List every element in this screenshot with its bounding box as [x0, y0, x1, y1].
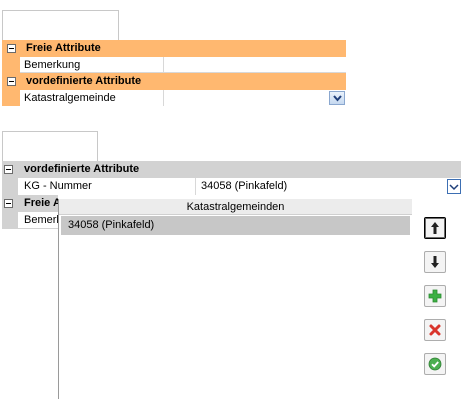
top-tab-stub	[2, 10, 119, 40]
list-item-selected[interactable]: 34058 (Pinkafeld)	[61, 216, 410, 235]
property-name: Bemerk	[24, 214, 58, 226]
property-divider	[163, 90, 164, 106]
x-icon	[429, 324, 441, 336]
category-label: Freie Attribute	[26, 42, 101, 54]
category-row-vordefinierte-attribute-bottom[interactable]: vordefinierte Attribute	[2, 161, 461, 178]
bottom-tab-stub	[2, 131, 98, 161]
collapse-icon[interactable]	[4, 165, 13, 174]
add-button[interactable]	[424, 285, 446, 307]
property-value-combo[interactable]	[166, 92, 326, 105]
chevron-down-icon	[449, 184, 459, 191]
move-up-button[interactable]	[424, 217, 446, 239]
category-label: vordefinierte Attribute	[26, 75, 142, 87]
row-margin	[2, 212, 18, 228]
arrow-up-icon	[431, 222, 439, 234]
chevron-down-icon	[333, 95, 342, 102]
check-icon	[428, 357, 442, 371]
grid-bottom-line	[2, 228, 58, 229]
property-row-katastralgemeinde[interactable]: Katastralgemeinde	[2, 90, 346, 106]
collapse-icon[interactable]	[4, 199, 13, 208]
property-divider	[195, 178, 196, 195]
grid-bottom-line	[2, 106, 346, 120]
delete-button[interactable]	[424, 319, 446, 341]
plus-icon	[428, 289, 442, 303]
combo-dropdown-button[interactable]	[329, 91, 345, 105]
category-row-vordefinierte-attribute[interactable]: vordefinierte Attribute	[2, 73, 346, 90]
row-margin	[2, 90, 20, 106]
popup-column-header: Katastralgemeinden	[59, 199, 412, 215]
property-value-combo[interactable]: 34058 (Pinkafeld)	[201, 180, 287, 192]
property-name: KG - Nummer	[24, 180, 92, 192]
category-label: Freie A	[24, 197, 61, 209]
confirm-button[interactable]	[424, 353, 446, 375]
property-name: Bemerkung	[24, 59, 81, 71]
category-row-freie-attribute[interactable]: Freie Attribute	[2, 40, 346, 57]
property-row-bemerkung[interactable]: Bemerkung	[2, 57, 346, 73]
property-value-field[interactable]	[166, 59, 344, 72]
collapse-icon[interactable]	[7, 44, 16, 53]
property-name: Katastralgemeinde	[24, 92, 116, 104]
move-down-button[interactable]	[424, 251, 446, 273]
property-row-bemerkung-bottom[interactable]: Bemerk	[2, 212, 58, 228]
category-row-freie-attribute-bottom[interactable]: Freie A	[2, 195, 61, 212]
property-row-kg-nummer[interactable]: KG - Nummer 34058 (Pinkafeld)	[2, 178, 461, 195]
row-margin	[2, 57, 20, 73]
top-property-grid: Freie Attribute Bemerkung vordefinierte …	[2, 40, 346, 120]
combo-dropdown-button[interactable]	[447, 179, 461, 194]
property-divider	[163, 57, 164, 73]
row-margin	[2, 178, 18, 195]
collapse-icon[interactable]	[7, 77, 16, 86]
arrow-down-icon	[431, 256, 439, 268]
category-label: vordefinierte Attribute	[24, 163, 140, 175]
